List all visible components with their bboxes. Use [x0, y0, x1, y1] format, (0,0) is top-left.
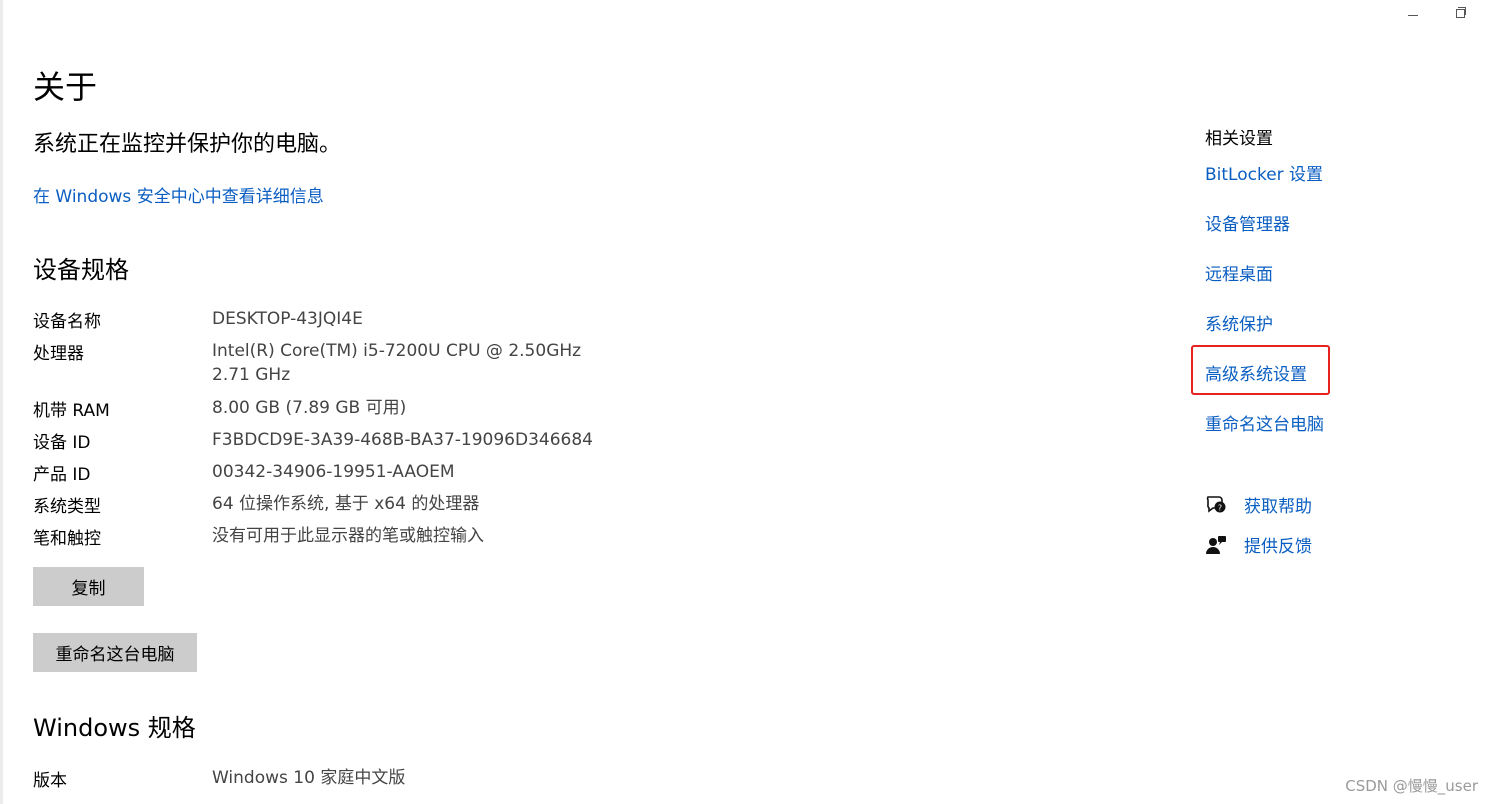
spec-value: 64 位操作系统, 基于 x64 的处理器 — [212, 494, 480, 514]
spec-label: 设备名称 — [33, 312, 101, 332]
about-settings-page: 关于 系统正在监控并保护你的电脑。 在 Windows 安全中心中查看详细信息 … — [0, 0, 1492, 804]
spec-value: Windows 10 家庭中文版 — [212, 768, 406, 788]
chat-help-icon: ? — [1205, 494, 1227, 516]
spec-value: F3BDCD9E-3A39-468B-BA37-19096D346684 — [212, 430, 593, 450]
spec-value: DESKTOP-43JQI4E — [212, 309, 363, 329]
watermark: CSDN @慢慢_user — [1345, 777, 1478, 795]
processor-value-line1: Intel(R) Core(TM) i5-7200U CPU @ 2.50GHz — [212, 341, 582, 361]
device-manager-link[interactable]: 设备管理器 — [1205, 210, 1290, 235]
spec-value: 00342-34906-19951-AAOEM — [212, 462, 455, 482]
spec-value: Intel(R) Core(TM) i5-7200U CPU @ 2.50GHz… — [212, 339, 581, 387]
copy-button[interactable]: 复制 — [33, 567, 144, 606]
feedback-item[interactable]: 提供反馈 — [1205, 532, 1312, 557]
rename-pc-link[interactable]: 重命名这台电脑 — [1205, 410, 1324, 435]
spec-label: 系统类型 — [33, 497, 101, 517]
svg-text:?: ? — [1218, 503, 1222, 512]
page-title: 关于 — [33, 68, 98, 106]
spec-label: 版本 — [33, 771, 67, 791]
windows-specs-heading: Windows 规格 — [33, 714, 196, 742]
get-help-link[interactable]: 获取帮助 — [1244, 492, 1312, 517]
highlight-box — [1191, 345, 1330, 395]
protection-status-text: 系统正在监控并保护你的电脑。 — [33, 132, 342, 157]
spec-label: 设备 ID — [33, 433, 91, 453]
spec-label: 处理器 — [33, 344, 84, 364]
person-feedback-icon — [1205, 534, 1227, 556]
spec-label: 机带 RAM — [33, 401, 110, 421]
feedback-link[interactable]: 提供反馈 — [1244, 532, 1312, 557]
system-protection-link[interactable]: 系统保护 — [1205, 310, 1273, 335]
get-help-item[interactable]: ? 获取帮助 — [1205, 492, 1312, 517]
restore-icon[interactable] — [1454, 4, 1468, 20]
spec-label: 产品 ID — [33, 465, 91, 485]
security-center-link[interactable]: 在 Windows 安全中心中查看详细信息 — [33, 182, 324, 207]
spec-label: 笔和触控 — [33, 529, 101, 549]
processor-value-line2: 2.71 GHz — [212, 365, 291, 385]
spec-value: 8.00 GB (7.89 GB 可用) — [212, 398, 407, 418]
spec-value: 没有可用于此显示器的笔或触控输入 — [212, 526, 484, 546]
window-edge — [0, 0, 3, 804]
rename-pc-button[interactable]: 重命名这台电脑 — [33, 633, 197, 672]
minimize-icon[interactable] — [1406, 4, 1420, 20]
remote-desktop-link[interactable]: 远程桌面 — [1205, 260, 1273, 285]
window-controls — [1406, 4, 1468, 20]
related-settings-title: 相关设置 — [1205, 129, 1273, 149]
device-specs-heading: 设备规格 — [33, 256, 129, 284]
bitlocker-settings-link[interactable]: BitLocker 设置 — [1205, 160, 1323, 185]
